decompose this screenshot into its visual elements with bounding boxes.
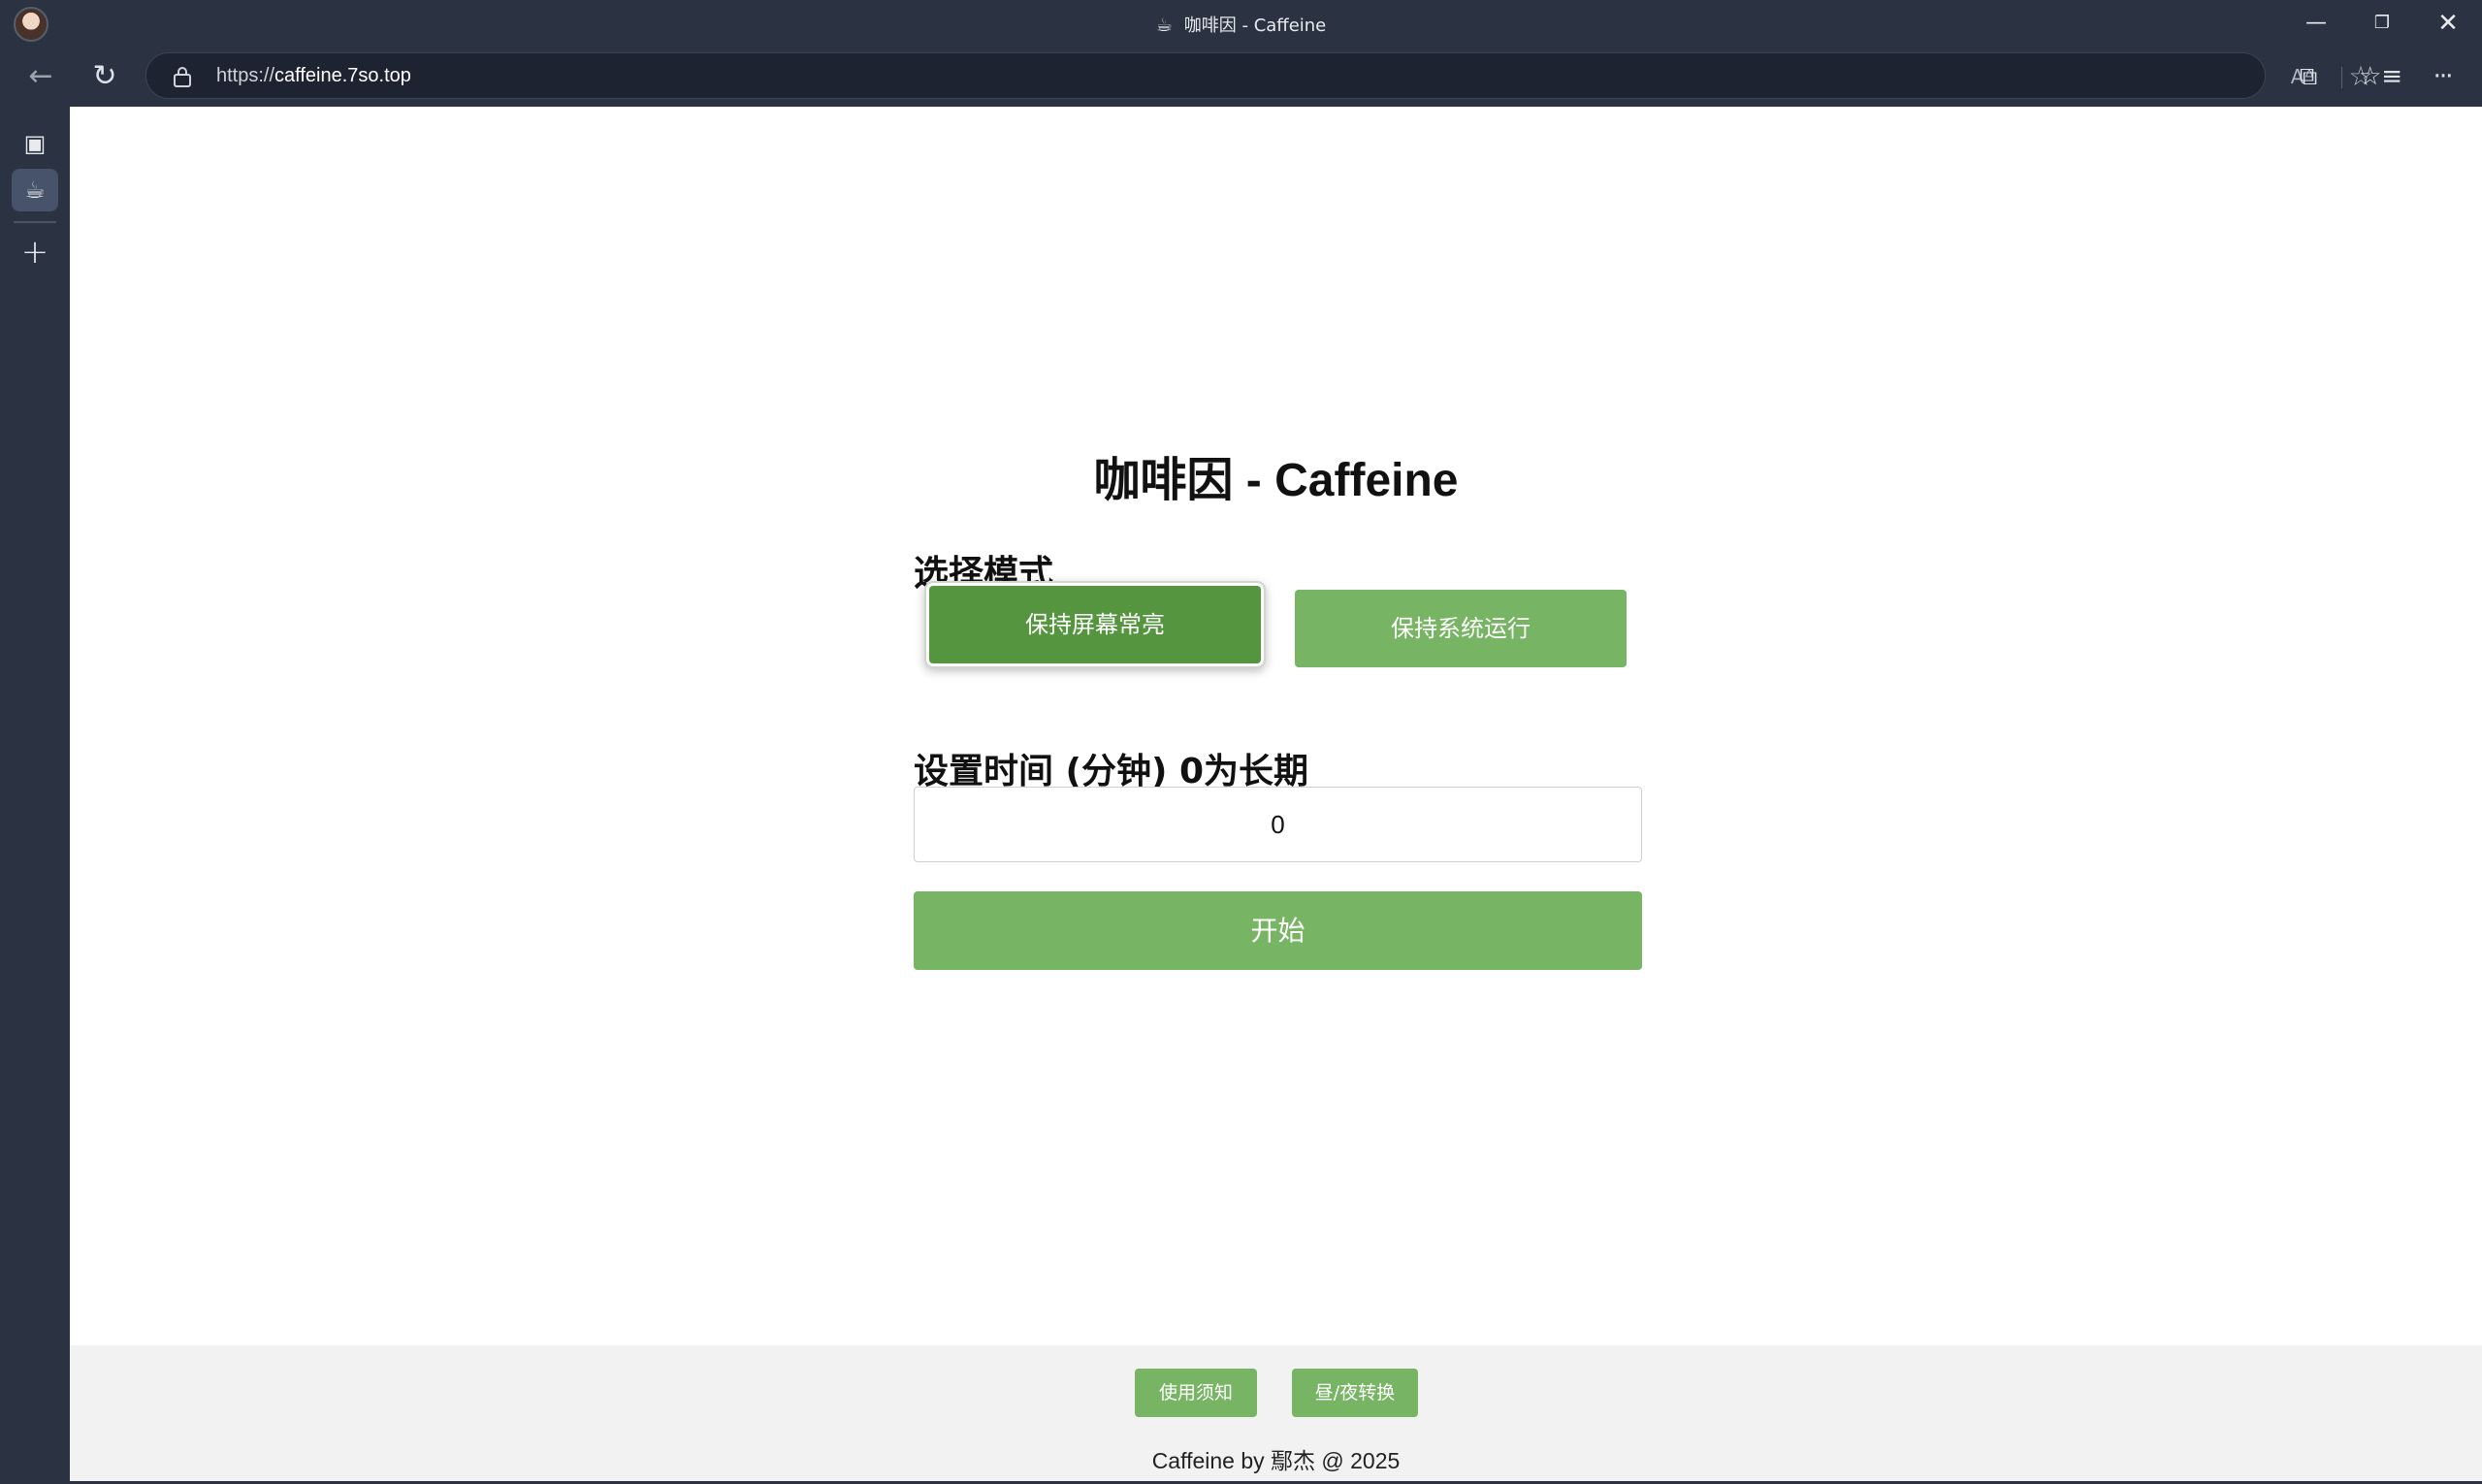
footer-credit: Caffeine by 鄢杰 @ 2025 — [1151, 1448, 1401, 1473]
page-footer: 使用须知 昼/夜转换 Caffeine by 鄢杰 @ 2025 — [70, 1345, 2482, 1481]
minimize-button[interactable]: — — [2281, 6, 2351, 41]
page-title: 咖啡因 - Caffeine — [1093, 455, 1459, 506]
url-scheme: https:// — [216, 65, 275, 86]
window-title: ☕ 咖啡因 - Caffeine — [0, 12, 2482, 37]
usage-notice-button[interactable]: 使用须知 — [1135, 1369, 1257, 1417]
address-bar[interactable]: https://caffeine.7so.top Aᐞ ☆ — [145, 52, 2373, 99]
day-night-toggle-button[interactable]: 昼/夜转换 — [1292, 1369, 1418, 1417]
restore-button[interactable]: ❐ — [2347, 6, 2417, 41]
sidebar-separator — [14, 221, 56, 223]
close-window-button[interactable]: ✕ — [2413, 6, 2482, 41]
coffee-cup-icon: ☕ — [1155, 15, 1173, 36]
toolbar-divider — [2341, 67, 2342, 88]
lock-icon[interactable] — [172, 65, 193, 88]
extensions-icon[interactable]: ⧉ — [2289, 57, 2328, 96]
favorites-icon[interactable]: ☆≡ — [2359, 57, 2402, 96]
reload-icon[interactable]: ↻ — [83, 55, 126, 98]
back-arrow-icon[interactable]: ← — [19, 55, 62, 98]
window-title-text: 咖啡因 - Caffeine — [1183, 16, 1327, 36]
url-host: caffeine.7so.top — [274, 65, 411, 86]
url-text[interactable]: https://caffeine.7so.top — [216, 65, 411, 87]
tab-actions-icon[interactable]: ▣ — [12, 122, 58, 165]
minutes-input[interactable] — [914, 787, 1642, 862]
vertical-tabs-sidebar: ▣ ☕ + — [0, 107, 70, 1484]
coffee-tab-icon[interactable]: ☕ — [12, 169, 58, 211]
new-tab-plus-icon[interactable]: + — [12, 231, 58, 274]
page-viewport: 咖啡因 - Caffeine 选择模式 保持屏幕常亮 保持系统运行 设置时间 (… — [70, 107, 2482, 1481]
start-button[interactable]: 开始 — [914, 891, 1642, 970]
keep-screen-on-button[interactable]: 保持屏幕常亮 — [929, 586, 1261, 663]
keep-system-running-button[interactable]: 保持系统运行 — [1295, 590, 1627, 667]
more-icon[interactable]: ··· — [2423, 57, 2462, 96]
browser-toolbar: ← ↻ https://caffeine.7so.top Aᐞ ☆ ⧉ ☆≡ ·… — [0, 48, 2482, 107]
title-bar: ☕ 咖啡因 - Caffeine — ❐ ✕ — [0, 0, 2482, 48]
